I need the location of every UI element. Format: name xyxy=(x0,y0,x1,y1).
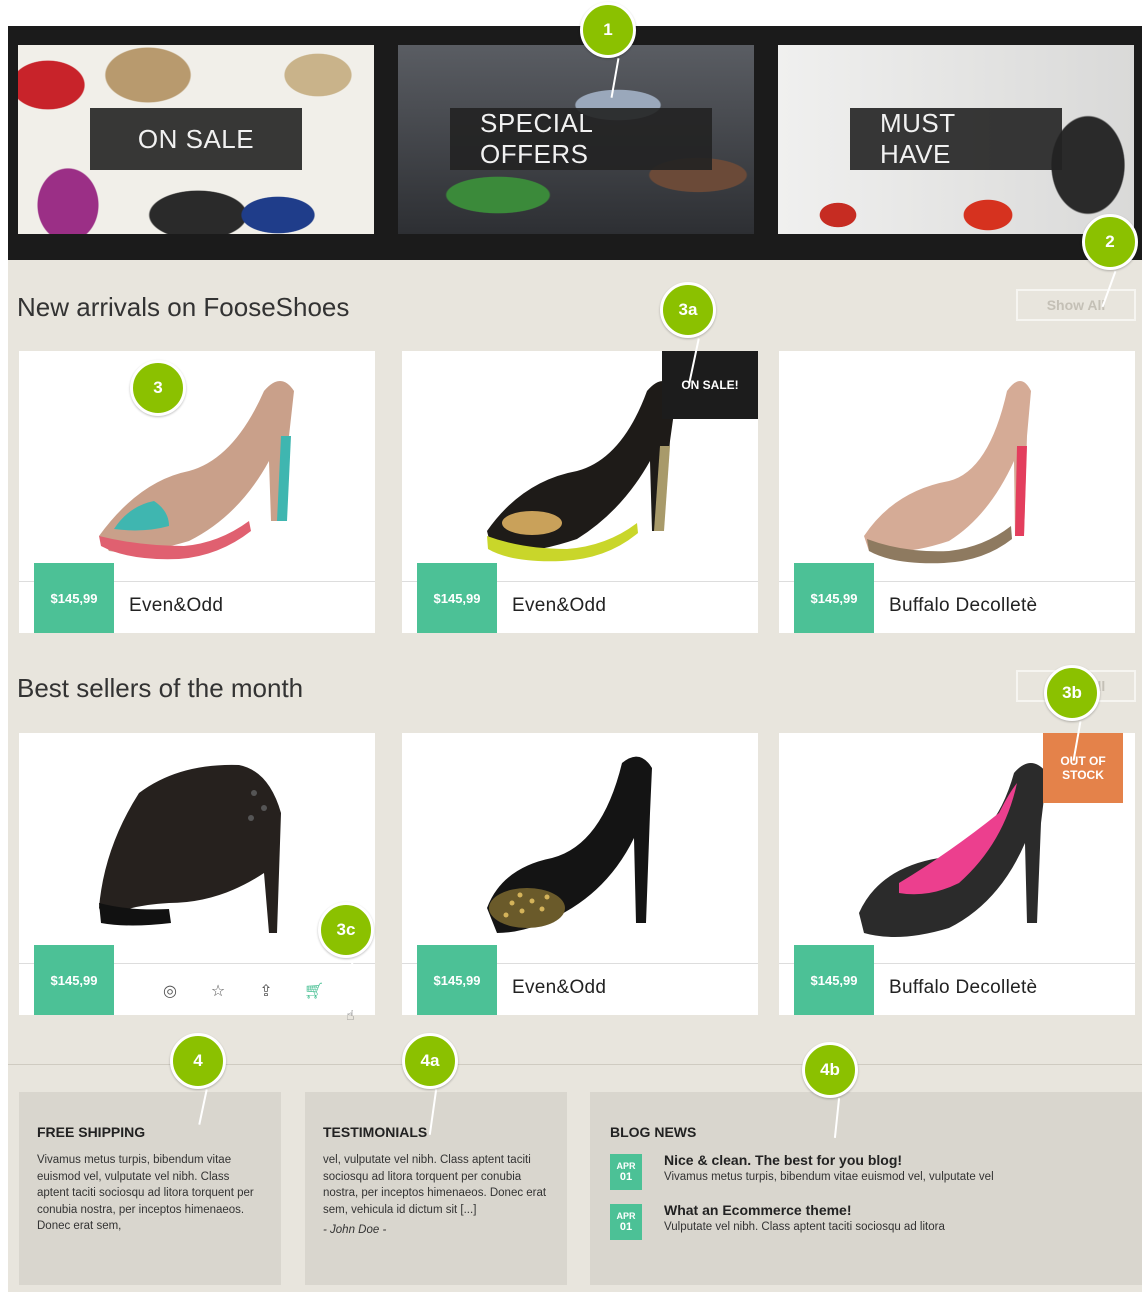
post-date: APR 01 xyxy=(610,1204,642,1240)
annotation-pin: 3c xyxy=(318,902,374,958)
star-icon[interactable]: ☆ xyxy=(205,979,231,1001)
banner-must-have[interactable]: MUST HAVE xyxy=(778,45,1134,234)
post-day: 01 xyxy=(619,1221,633,1233)
price-tag: $145,99 xyxy=(34,945,114,1015)
banner-special-offers[interactable]: SPECIAL OFFERS xyxy=(398,45,754,234)
out-of-stock-badge: OUT OF STOCK xyxy=(1043,733,1123,803)
product-card[interactable]: $145,99 Even&Odd xyxy=(402,733,758,1015)
box-text: Vivamus metus turpis, bibendum vitae eui… xyxy=(37,1154,254,1232)
hand-cursor-icon: ☝ xyxy=(346,1008,355,1024)
blog-news-box: BLOG NEWS APR 01 Nice & clean. The best … xyxy=(590,1092,1142,1285)
product-card[interactable]: $145,99 Even&Odd xyxy=(19,351,375,633)
price-tag: $145,99 xyxy=(417,945,497,1015)
product-name[interactable]: Buffalo Decolletè xyxy=(889,977,1037,999)
product-name[interactable]: Even&Odd xyxy=(129,595,223,617)
product-card[interactable]: $145,99 Buffalo Decolletè xyxy=(779,351,1135,633)
box-title: BLOG NEWS xyxy=(610,1124,697,1140)
eye-icon[interactable]: ◎ xyxy=(157,979,183,1001)
price-tag: $145,99 xyxy=(34,563,114,633)
testimonials-box: TESTIMONIALS vel, vulputate vel nibh. Cl… xyxy=(305,1092,567,1285)
annotation-pin: 4a xyxy=(402,1033,458,1089)
post-day: 01 xyxy=(619,1171,633,1183)
product-card[interactable]: ON SALE! $145,99 Even&Odd xyxy=(402,351,758,633)
on-sale-badge: ON SALE! xyxy=(662,351,758,419)
price-tag: $145,99 xyxy=(417,563,497,633)
annotation-pin: 3 xyxy=(130,360,186,416)
annotation-pin: 3a xyxy=(660,282,716,338)
testimonial-author: - John Doe - xyxy=(323,1224,387,1236)
post-excerpt: Vivamus metus turpis, bibendum vitae eui… xyxy=(664,1171,994,1183)
blog-post[interactable]: APR 01 What an Ecommerce theme! Vulputat… xyxy=(610,1202,1124,1240)
product-card[interactable]: OUT OF STOCK $145,99 Buffalo Decolletè xyxy=(779,733,1135,1015)
annotation-pin: 1 xyxy=(580,2,636,58)
product-actions: ◎ ☆ ⇪ 🛒︎ xyxy=(157,979,327,1001)
free-shipping-box: FREE SHIPPING Vivamus metus turpis, bibe… xyxy=(19,1092,281,1285)
product-name[interactable]: Even&Odd xyxy=(512,977,606,999)
post-title[interactable]: Nice & clean. The best for you blog! xyxy=(664,1152,994,1168)
annotation-pin: 4 xyxy=(170,1033,226,1089)
product-image[interactable] xyxy=(402,733,758,961)
product-card[interactable]: $145,99 ◎ ☆ ⇪ 🛒︎ xyxy=(19,733,375,1015)
show-all-button[interactable]: Show All xyxy=(1016,289,1136,321)
box-title: TESTIMONIALS xyxy=(323,1124,428,1140)
price-tag: $145,99 xyxy=(794,945,874,1015)
price-tag: $145,99 xyxy=(794,563,874,633)
banner-label: SPECIAL OFFERS xyxy=(450,108,712,170)
blog-post[interactable]: APR 01 Nice & clean. The best for you bl… xyxy=(610,1152,1124,1190)
banner-label: MUST HAVE xyxy=(850,108,1062,170)
product-image[interactable] xyxy=(19,351,375,579)
annotation-pin: 4b xyxy=(802,1042,858,1098)
post-date: APR 01 xyxy=(610,1154,642,1190)
hero-banner-strip: ON SALE SPECIAL OFFERS MUST HAVE xyxy=(8,26,1142,260)
section-title-best-sellers: Best sellers of the month xyxy=(17,673,304,703)
banner-on-sale[interactable]: ON SALE xyxy=(18,45,374,234)
testimonial-text: vel, vulputate vel nibh. Class aptent ta… xyxy=(323,1154,547,1216)
share-icon[interactable]: ⇪ xyxy=(253,979,279,1001)
product-name[interactable]: Buffalo Decolletè xyxy=(889,595,1037,617)
product-image[interactable] xyxy=(779,351,1135,579)
product-name[interactable]: Even&Odd xyxy=(512,595,606,617)
post-title[interactable]: What an Ecommerce theme! xyxy=(664,1202,945,1218)
page-canvas: ON SALE SPECIAL OFFERS MUST HAVE New arr… xyxy=(8,26,1142,1292)
section-title-new-arrivals: New arrivals on FooseShoes xyxy=(17,292,350,322)
annotation-pin: 3b xyxy=(1044,665,1100,721)
box-title: FREE SHIPPING xyxy=(37,1124,146,1140)
cart-icon[interactable]: 🛒︎ xyxy=(301,979,327,1001)
post-excerpt: Vulputate vel nibh. Class aptent taciti … xyxy=(664,1221,945,1233)
annotation-pin: 2 xyxy=(1082,214,1138,270)
banner-label: ON SALE xyxy=(90,108,302,170)
